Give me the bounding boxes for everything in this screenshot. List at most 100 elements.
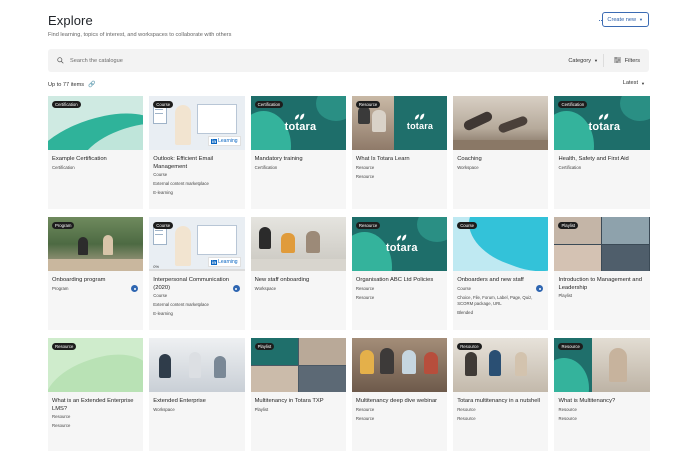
catalogue-card[interactable]: Coaching Workspace [453,96,549,209]
card-title[interactable]: Interpersonal Communication (2020) [153,277,240,292]
create-new-label: Create new [607,16,637,23]
catalogue-card[interactable]: Certification Example Certification Certif… [48,96,144,209]
filters-button[interactable]: Filters [613,49,640,72]
card-meta: Certification [52,164,75,170]
card-title[interactable]: Introduction to Management and Leadershi… [558,277,645,292]
card-title[interactable]: Outlook: Efficient Email Management [153,156,240,171]
card-thumbnail: in Learning Course [149,96,245,150]
card-meta: Blended [457,309,473,315]
catalogue-card[interactable]: New staff onboarding Workspace [250,217,346,330]
card-thumbnail: in Learning Course 0% [149,217,245,271]
card-type-badge: Resource [457,343,482,350]
create-new-button[interactable]: Create new ▼ [602,12,649,27]
filters-label: Filters [624,57,640,64]
progress-label: 0% [153,264,160,269]
card-thumbnail: Playlist [250,338,346,392]
card-meta: Playlist [558,293,573,299]
card-thumbnail: totara Resource [351,96,448,150]
catalogue-card[interactable]: Course Onboarders and new staff Course Choi… [453,217,549,330]
explore-page: Explore Find learning, topics of interes… [0,0,700,455]
totara-logo: totara [407,113,433,131]
enrol-icon[interactable] [232,285,240,292]
category-dropdown[interactable]: Category ▼ [568,49,598,72]
catalogue-card[interactable]: Playlist Multitenancy in Totara TXP Playli… [250,338,346,451]
card-type-badge: Course [153,101,174,108]
catalogue-card[interactable]: Program Onboarding program Program [48,217,144,330]
card-title[interactable]: New staff onboarding [255,277,342,285]
progress-bar [149,269,245,271]
catalogue-card[interactable]: totara Resource What Is Totara Learn Resour… [351,96,448,209]
page-subtitle: Find learning, topics of interest, and w… [48,32,232,38]
filters-icon [613,56,621,65]
card-title[interactable]: Coaching [457,156,544,164]
catalogue-card[interactable]: Playlist Introduction to Management and L… [554,217,650,330]
catalogue-card[interactable]: Resource What is Multitenancy? Resource Res… [554,338,650,451]
category-label: Category [568,57,592,64]
card-title[interactable]: What is Multitenancy? [558,398,645,406]
catalogue-card[interactable]: totara Certification Mandatory training Cer… [250,96,346,209]
card-meta: Course [153,172,168,178]
link-icon[interactable]: 🔗 [88,81,95,88]
card-meta: Resource [52,423,71,429]
card-meta: Workspace [254,285,277,291]
card-title[interactable]: Multitenancy deep dive webinar [356,398,443,406]
card-meta: Program [52,285,69,291]
card-title[interactable]: Health, Safety and First Aid [558,156,645,164]
search-input[interactable] [70,57,370,64]
card-meta: Resource [558,406,577,412]
card-meta: External content marketplace [153,181,209,187]
divider [603,54,604,67]
card-title[interactable]: Organisation ABC Ltd Policies [356,277,443,285]
catalogue-card[interactable]: Extended Enterprise Workspace [149,338,245,451]
sort-dropdown[interactable]: Latest ▼ [623,80,645,86]
card-meta: Workspace [457,164,479,170]
card-meta: Resource [355,173,375,179]
catalogue-card[interactable]: Resource Totara multitenancy in a nutshel… [453,338,549,451]
card-meta: Resource [355,294,375,300]
catalogue-card[interactable]: in Learning Course Outlook: Efficient Emai… [149,96,245,209]
card-meta: Resource [355,415,375,421]
card-thumbnail: totara Certification [250,96,346,150]
chevron-down-icon: ▼ [639,17,643,22]
card-type-badge: Program [52,222,75,229]
card-meta: Workspace [153,406,175,412]
card-type-badge: Resource [558,343,583,350]
catalogue-card[interactable]: Multitenancy deep dive webinar Resource Re… [351,338,448,451]
card-type-badge: Playlist [558,222,579,229]
catalogue-card[interactable]: totara Certification Health, Safety and Fi… [554,96,650,209]
card-title[interactable]: Multitenancy in Totara TXP [255,398,342,406]
card-title[interactable]: What is an Extended Enterprise LMS? [52,398,139,413]
catalogue-card[interactable]: totara Resource Organisation ABC Ltd Polic… [351,217,448,330]
chevron-down-icon: ▼ [641,80,645,86]
card-title[interactable]: Onboarders and new staff [457,277,544,285]
card-thumbnail: totara Certification [554,96,650,150]
card-meta: Resource [457,415,476,421]
card-type-badge: Resource [355,222,381,229]
catalogue-card[interactable]: Resource What is an Extended Enterprise L… [48,338,144,451]
card-thumbnail [351,338,448,392]
card-title[interactable]: Mandatory training [255,156,342,164]
search-bar: Category ▼ Filters [48,49,649,72]
results-count: Up to 77 items 🔗 [48,81,96,89]
card-thumbnail [453,96,549,150]
card-title[interactable]: Example Certification [52,156,139,164]
card-thumbnail: totara Resource [351,217,448,271]
catalogue-card[interactable]: in Learning Course 0% Interpersonal Communi… [149,217,245,330]
linkedin-learning-badge: in Learning [208,136,241,146]
card-thumbnail: Program [48,217,144,271]
sort-label: Latest [622,80,639,86]
card-title[interactable]: Totara multitenancy in a nutshell [457,398,544,406]
card-meta: Certification [558,164,582,170]
card-title[interactable]: Onboarding program [52,277,139,285]
card-type-badge: Certification [52,101,81,108]
card-meta: Resource [558,415,577,421]
card-meta: Resource [355,164,375,170]
card-title[interactable]: Extended Enterprise [153,398,240,406]
card-meta: Course [153,293,168,299]
card-thumbnail: Certification [48,96,144,150]
card-title[interactable]: What Is Totara Learn [356,156,443,164]
catalogue-grid: Certification Example Certification Certif… [48,96,650,451]
totara-logo: totara [386,234,418,254]
card-meta: Playlist [254,406,269,412]
card-thumbnail [149,338,245,392]
